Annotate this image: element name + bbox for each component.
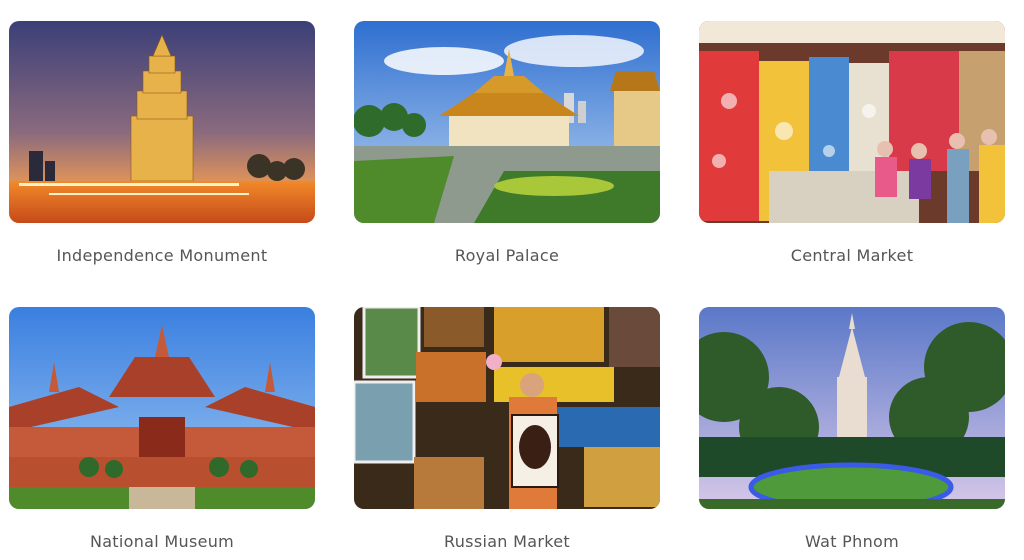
russian-market-photo[interactable] <box>354 307 660 509</box>
attraction-card-royal-palace[interactable]: Royal Palace <box>354 21 660 265</box>
attraction-card-independence-monument[interactable]: Independence Monument <box>9 21 315 265</box>
attraction-card-central-market[interactable]: Central Market <box>699 21 1005 265</box>
attraction-card-wat-phnom[interactable]: Wat Phnom <box>699 307 1005 551</box>
attractions-grid: Independence Monument Royal Palace Centr… <box>0 0 1024 560</box>
royal-palace-photo[interactable] <box>354 21 660 223</box>
attraction-name[interactable]: Central Market <box>699 246 1005 265</box>
wat-phnom-photo[interactable] <box>699 307 1005 509</box>
attraction-card-russian-market[interactable]: Russian Market <box>354 307 660 551</box>
attraction-name[interactable]: Russian Market <box>354 532 660 551</box>
national-museum-photo[interactable] <box>9 307 315 509</box>
attraction-name[interactable]: National Museum <box>9 532 315 551</box>
attraction-name[interactable]: Independence Monument <box>9 246 315 265</box>
attraction-name[interactable]: Royal Palace <box>354 246 660 265</box>
attraction-card-national-museum[interactable]: National Museum <box>9 307 315 551</box>
central-market-photo[interactable] <box>699 21 1005 223</box>
independence-monument-photo[interactable] <box>9 21 315 223</box>
attraction-name[interactable]: Wat Phnom <box>699 532 1005 551</box>
